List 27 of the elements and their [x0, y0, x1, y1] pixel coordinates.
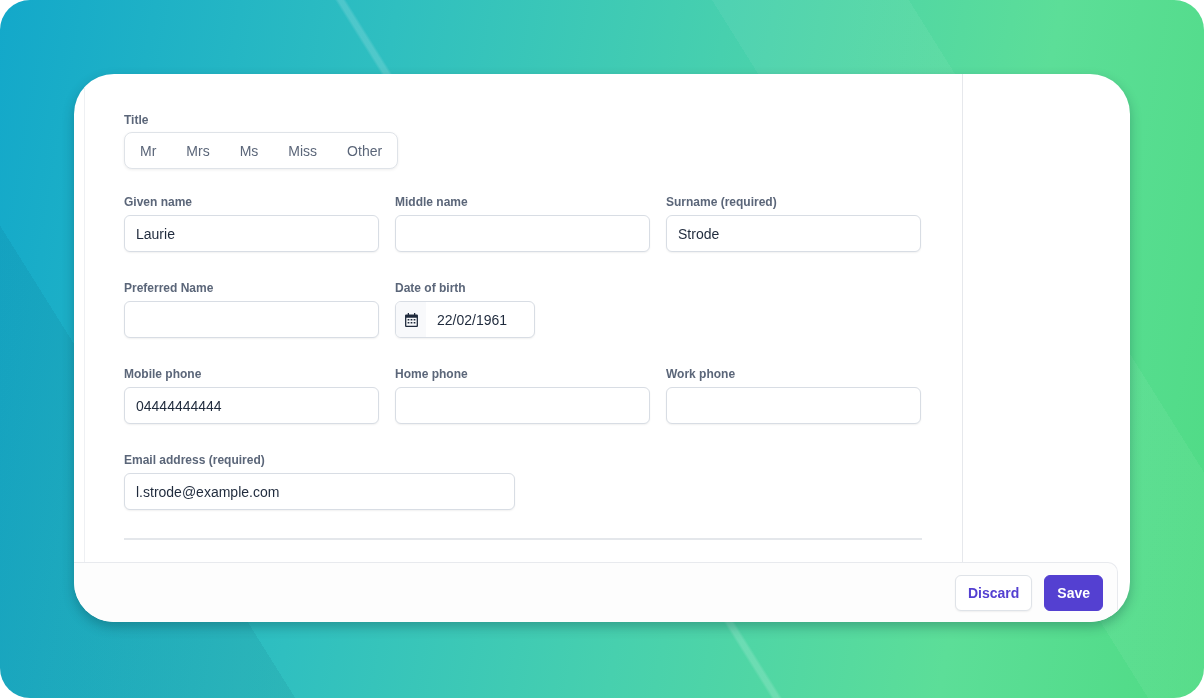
input-field[interactable]: [666, 387, 921, 424]
input-field[interactable]: Strode: [666, 215, 921, 252]
field-label: Given name: [124, 194, 193, 210]
segment-option[interactable]: Mr: [125, 133, 172, 168]
input-field[interactable]: l.strode@example.com: [124, 473, 515, 510]
field-label: Middle name: [395, 194, 468, 210]
field-label: Title: [124, 112, 149, 128]
segment-option[interactable]: Ms: [224, 133, 274, 168]
discard-button[interactable]: Discard: [954, 574, 1033, 611]
input-field[interactable]: [395, 387, 650, 424]
field-label: Work phone: [666, 366, 736, 382]
input-field[interactable]: Laurie: [124, 215, 379, 252]
field-label: Surname (required): [666, 194, 777, 210]
input-field[interactable]: [124, 301, 379, 338]
calendar-icon: [404, 312, 418, 327]
field-label: Email address (required): [124, 452, 265, 468]
segment-option[interactable]: Mrs: [171, 133, 225, 168]
input-field[interactable]: 04444444444: [124, 387, 379, 424]
save-button[interactable]: Save: [1044, 574, 1103, 611]
segment-option[interactable]: Other: [332, 133, 398, 168]
field-label: Mobile phone: [124, 366, 202, 382]
date-field[interactable]: 22/02/1961: [395, 301, 535, 338]
field-label: Preferred Name: [124, 280, 214, 296]
input-field[interactable]: [395, 215, 650, 252]
segment-option[interactable]: Miss: [273, 133, 333, 168]
field-label: Home phone: [395, 366, 468, 382]
field-label: Date of birth: [395, 280, 466, 296]
